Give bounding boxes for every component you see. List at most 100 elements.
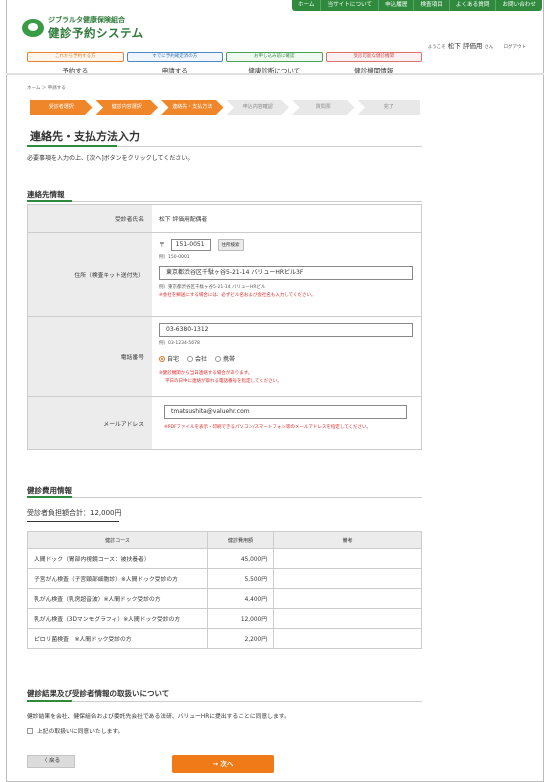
course-amount: 5,500円 bbox=[207, 568, 274, 589]
course-note bbox=[273, 568, 422, 589]
email-note: ※PDFファイルを表示・印刷できるパソコン/スマートフォン等のメールアドレスを指… bbox=[164, 425, 372, 430]
progress-steps: 受診者選択 健診内容選択 連絡先・支払方法 申込内容確認 質問票 完了 bbox=[30, 100, 420, 115]
course-amount: 2,200円 bbox=[207, 628, 274, 649]
gnav-institutions-caption: 受診可能な健診機関 bbox=[325, 52, 422, 62]
address-example: 例）東京都渋谷区千駄ヶ谷5-21-14 バリューHRビル bbox=[159, 285, 266, 290]
gnav-checkup-info[interactable]: お申し込み前に確認 健康診断について bbox=[226, 52, 323, 75]
course-name: 乳がん検査（3Dマンモグラフィ）※人間ドック受診の方 bbox=[27, 608, 208, 629]
address-note: ※会社を郵送にする場合には、必ずビル名および会社名も入力してください。 bbox=[159, 293, 316, 298]
step-confirm: 申込内容確認 bbox=[226, 100, 289, 115]
contact-section-underline bbox=[27, 200, 422, 202]
phone-row: 電話番号 03-6380-1312 例）03-1234-5678 自宅 会社 携… bbox=[28, 317, 421, 397]
zip-input[interactable]: 151-0051 bbox=[170, 239, 211, 251]
phone-cell: 03-6380-1312 例）03-1234-5678 自宅 会社 携帯 ※健診… bbox=[152, 317, 421, 396]
name-label: 受診者氏名 bbox=[28, 205, 152, 232]
phone-type-mobile[interactable]: 携帯 bbox=[215, 354, 235, 363]
site-logo[interactable]: ジブラルタ健康保険組合 健診予約システム bbox=[22, 15, 144, 41]
topnav-contact-link[interactable]: お問い合わせ bbox=[495, 0, 542, 11]
cost-total: 受診者負担額合計：12,000円 bbox=[27, 509, 122, 517]
phone-type-work[interactable]: 会社 bbox=[187, 354, 207, 363]
address-search-button[interactable]: 住所検索 bbox=[217, 239, 244, 251]
phone-type-mobile-label: 携帯 bbox=[223, 356, 236, 363]
logout-link[interactable]: ログアウト bbox=[504, 45, 527, 50]
course-note bbox=[273, 608, 422, 629]
user-greeting: ようこそ bbox=[427, 45, 446, 50]
agreement-checkbox-label: 上記の取扱いに同意いたします。 bbox=[37, 729, 124, 735]
course-name: 子宮がん検査（子宮頸部細胞診）※人間ドック受診の方 bbox=[27, 568, 208, 589]
table-row: 子宮がん検査（子宮頸部細胞診）※人間ドック受診の方 5,500円 bbox=[27, 568, 422, 589]
phone-type-home[interactable]: 自宅 bbox=[159, 354, 179, 363]
phone-note-1: ※健診機関から当日連絡する場合があります。 bbox=[159, 371, 253, 376]
address-input[interactable]: 東京都渋谷区千駄ヶ谷5-21-14 バリューHRビル3F bbox=[159, 266, 413, 280]
course-note bbox=[273, 548, 422, 569]
zip-example: 例）150-0001 bbox=[159, 255, 190, 260]
step-patient-select: 受診者選択 bbox=[30, 100, 93, 115]
step-contact-payment: 連絡先・支払方法 bbox=[161, 100, 224, 115]
gnav-apply[interactable]: すでに予約確定済の方 申請する bbox=[126, 52, 223, 75]
cost-table-header: 健診コース 健診費用額 備考 bbox=[27, 531, 422, 549]
gnav-reserve-caption: これから予約する方 bbox=[27, 52, 124, 62]
topnav-faq-link[interactable]: よくある質問 bbox=[448, 0, 496, 11]
gnav-apply-caption: すでに予約確定済の方 bbox=[126, 52, 223, 62]
page-title: 連絡先・支払方法入力 bbox=[30, 130, 140, 143]
table-row: 乳がん検査（3Dマンモグラフィ）※人間ドック受診の方 12,000円 bbox=[27, 608, 422, 629]
name-value: 松下 評価用配偶者 bbox=[159, 217, 208, 223]
contact-section-heading: 連絡先情報 bbox=[27, 190, 65, 199]
radio-empty-icon bbox=[187, 355, 194, 362]
email-row: メールアドレス tmatsushita@valuehr.com ※PDFファイル… bbox=[28, 397, 421, 449]
header-note: 備考 bbox=[273, 531, 422, 549]
topnav-exam-items-link[interactable]: 検査項目 bbox=[413, 0, 448, 11]
contact-form-table: 受診者氏名 松下 評価用配偶者 住所（検査キット送付先） 〒 151-0051 … bbox=[27, 204, 422, 450]
back-button[interactable]: 〈 戻る bbox=[27, 755, 75, 768]
course-note bbox=[273, 628, 422, 649]
nav-divider bbox=[6, 73, 544, 75]
checkbox-icon[interactable] bbox=[27, 727, 33, 734]
user-honorific: さん bbox=[484, 45, 494, 50]
name-row: 受診者氏名 松下 評価用配偶者 bbox=[28, 205, 421, 233]
breadcrumb: ホーム ＞ 申請する bbox=[27, 86, 66, 91]
logo-subtitle: ジブラルタ健康保険組合 bbox=[48, 16, 125, 24]
topnav-home-link[interactable]: ホーム bbox=[292, 0, 321, 11]
agreement-section-underline bbox=[27, 700, 422, 702]
agreement-section-heading: 健診結果及び受診者情報の取扱いについて bbox=[27, 689, 170, 698]
email-cell: tmatsushita@valuehr.com ※PDFファイルを表示・印刷でき… bbox=[152, 397, 421, 449]
header-course: 健診コース bbox=[27, 531, 208, 549]
topnav-about-link[interactable]: 当サイトについて bbox=[320, 0, 378, 11]
address-cell: 〒 151-0051 住所検索 例）150-0001 東京都渋谷区千駄ヶ谷5-2… bbox=[152, 233, 421, 316]
gnav-institutions[interactable]: 受診可能な健診機関 健診機関情報 bbox=[325, 52, 422, 75]
course-amount: 4,400円 bbox=[207, 588, 274, 609]
email-input[interactable]: tmatsushita@valuehr.com bbox=[164, 405, 407, 419]
phone-input[interactable]: 03-6380-1312 bbox=[159, 323, 413, 337]
course-note bbox=[273, 588, 422, 609]
agreement-text: 健診結果を会社、健保組合および委託先会社である法研、バリューHRに提出することに… bbox=[27, 714, 290, 720]
cost-section-heading: 健診費用情報 bbox=[27, 486, 72, 495]
global-navigation: これから予約する方 予約する すでに予約確定済の方 申請する お申し込み前に確認… bbox=[27, 52, 422, 75]
phone-type-work-label: 会社 bbox=[195, 356, 208, 363]
topnav-history-link[interactable]: 申込履歴 bbox=[378, 0, 413, 11]
header-amount: 健診費用額 bbox=[207, 531, 274, 549]
postal-mark-icon: 〒 bbox=[159, 242, 165, 249]
gnav-checkup-info-caption: お申し込み前に確認 bbox=[226, 52, 323, 62]
cost-total-underline bbox=[27, 521, 119, 522]
gnav-reserve[interactable]: これから予約する方 予約する bbox=[27, 52, 124, 75]
cost-table: 健診コース 健診費用額 備考 人間ドック（胃部内視鏡コース：被扶養者） 45,0… bbox=[27, 531, 422, 649]
address-row: 住所（検査キット送付先） 〒 151-0051 住所検索 例）150-0001 … bbox=[28, 233, 421, 317]
table-row: 乳がん検査（乳房超音波）※人間ドック受診の方 4,400円 bbox=[27, 588, 422, 609]
user-info: ようこそ 松下 評価用 さん ログアウト bbox=[428, 40, 526, 50]
table-row: ピロリ菌検査 ※人間ドック受診の方 2,200円 bbox=[27, 628, 422, 649]
step-complete: 完了 bbox=[357, 100, 420, 115]
table-row: 人間ドック（胃部内視鏡コース：被扶養者） 45,000円 bbox=[27, 548, 422, 569]
course-amount: 45,000円 bbox=[207, 548, 274, 569]
course-amount: 12,000円 bbox=[207, 608, 274, 629]
cost-section-underline bbox=[27, 496, 422, 498]
phone-note-2: 平日の日中に連絡が取れる電話番号を指定してください。 bbox=[165, 379, 282, 384]
phone-type-home-label: 自宅 bbox=[167, 356, 180, 363]
phone-example: 例）03-1234-5678 bbox=[159, 341, 200, 346]
top-navigation: ホーム 当サイトについて 申込履歴 検査項目 よくある質問 お問い合わせ bbox=[291, 0, 542, 11]
radio-selected-icon bbox=[159, 355, 165, 362]
user-name: 松下 評価用 bbox=[447, 42, 483, 50]
next-button[interactable]: → 次へ bbox=[172, 755, 274, 773]
radio-empty-icon bbox=[215, 355, 222, 362]
health-logo-icon bbox=[22, 19, 44, 37]
agreement-checkbox[interactable]: 上記の取扱いに同意いたします。 bbox=[27, 726, 123, 735]
